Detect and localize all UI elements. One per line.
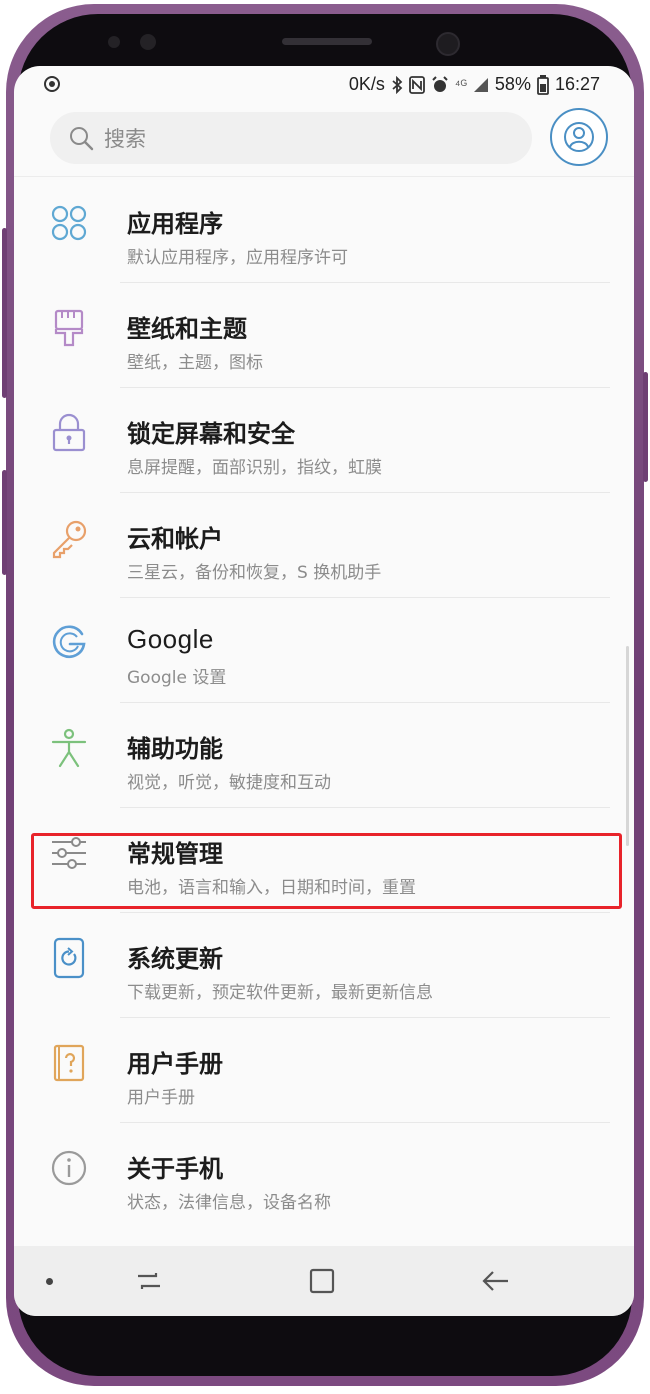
settings-item-cloud-accounts[interactable]: 云和帐户 三星云，备份和恢复，S 换机助手 [14,493,634,598]
eye-comfort-icon [44,76,60,92]
settings-item-wallpaper[interactable]: 壁纸和主题 壁纸，主题，图标 [14,283,634,388]
settings-item-apps[interactable]: 应用程序 默认应用程序，应用程序许可 [14,178,634,283]
paintbrush-icon [54,309,84,347]
page: 0K/s ⁴ᴳ 58% 16:27 搜索 应用程序 默认应用程序，应用程序许可 … [0,0,650,1394]
back-icon[interactable] [479,1264,513,1298]
settings-item-lock-screen[interactable]: 锁定屏幕和安全 息屏提醒，面部识别，指纹，虹膜 [14,388,634,493]
bluetooth-icon [392,75,403,94]
key-icon [52,520,87,559]
settings-item-subtitle: 三星云，备份和恢复，S 换机助手 [127,563,382,583]
status-bar: 0K/s ⁴ᴳ 58% 16:27 [14,66,634,106]
navigation-bar [14,1246,634,1316]
alarm-icon [432,75,448,92]
scrollbar[interactable] [626,646,629,846]
settings-item-about-phone[interactable]: 关于手机 状态，法律信息，设备名称 [14,1123,634,1228]
status-left [42,74,62,99]
apps-grid-icon [51,205,87,241]
clock: 16:27 [554,74,600,94]
settings-item-title: 锁定屏幕和安全 [127,420,295,448]
header-divider [14,176,634,177]
settings-item-title: 辅助功能 [127,735,223,763]
net-speed: 0K/s [348,74,385,94]
proximity-sensor [108,36,120,48]
settings-item-title: 应用程序 [127,210,223,238]
settings-item-title: 壁纸和主题 [127,315,247,343]
settings-item-subtitle: 状态，法律信息，设备名称 [127,1193,331,1213]
profile-icon [564,122,594,152]
settings-item-accessibility[interactable]: 辅助功能 视觉，听觉，敏捷度和互动 [14,703,634,808]
settings-item-title: 云和帐户 [127,525,223,553]
manual-question-icon [53,1044,85,1082]
signal-icon [473,77,488,92]
settings-item-title: 用户手册 [127,1050,223,1078]
search-icon [70,127,94,151]
settings-item-subtitle: 息屏提醒，面部识别，指纹，虹膜 [127,458,382,478]
front-camera [436,32,460,56]
search-input[interactable]: 搜索 [50,112,532,164]
keyboard-hide-dot[interactable] [46,1278,53,1285]
settings-item-subtitle: 默认应用程序，应用程序许可 [127,248,348,268]
search-placeholder: 搜索 [104,127,146,151]
highlight-annotation [31,833,622,909]
settings-item-google[interactable]: Google Google 设置 [14,598,634,703]
earpiece-speaker [282,38,372,45]
settings-item-system-update[interactable]: 系统更新 下载更新，预定软件更新，最新更新信息 [14,913,634,1018]
battery-percent: 58% [494,74,531,94]
account-button[interactable] [550,108,608,166]
battery-icon [537,74,549,95]
home-icon[interactable] [305,1264,339,1298]
settings-item-subtitle: Google 设置 [127,668,227,688]
recent-apps-icon[interactable] [132,1264,166,1298]
settings-item-title: 关于手机 [127,1155,223,1183]
volume-button [2,228,7,398]
google-g-icon [52,625,86,659]
screen: 0K/s ⁴ᴳ 58% 16:27 搜索 应用程序 默认应用程序，应用程序许可 … [14,66,634,1316]
system-update-icon [53,937,85,979]
info-icon [51,1150,87,1186]
power-button [643,372,648,482]
accessibility-person-icon [51,728,87,768]
settings-item-subtitle: 视觉，听觉，敏捷度和互动 [127,773,331,793]
settings-item-subtitle: 壁纸，主题，图标 [127,353,263,373]
nfc-icon [408,75,425,94]
iris-sensor [140,34,156,50]
settings-item-user-manual[interactable]: 用户手册 用户手册 [14,1018,634,1123]
settings-item-subtitle: 下载更新，预定软件更新，最新更新信息 [127,983,433,1003]
settings-item-subtitle: 用户手册 [127,1088,195,1108]
status-right: 0K/s ⁴ᴳ 58% 16:27 [349,74,600,95]
bixby-button [2,470,7,575]
lock-icon [52,413,86,452]
settings-item-title: Google [127,624,214,654]
hd-icon: ⁴ᴳ [454,77,467,92]
settings-item-title: 系统更新 [127,945,223,973]
